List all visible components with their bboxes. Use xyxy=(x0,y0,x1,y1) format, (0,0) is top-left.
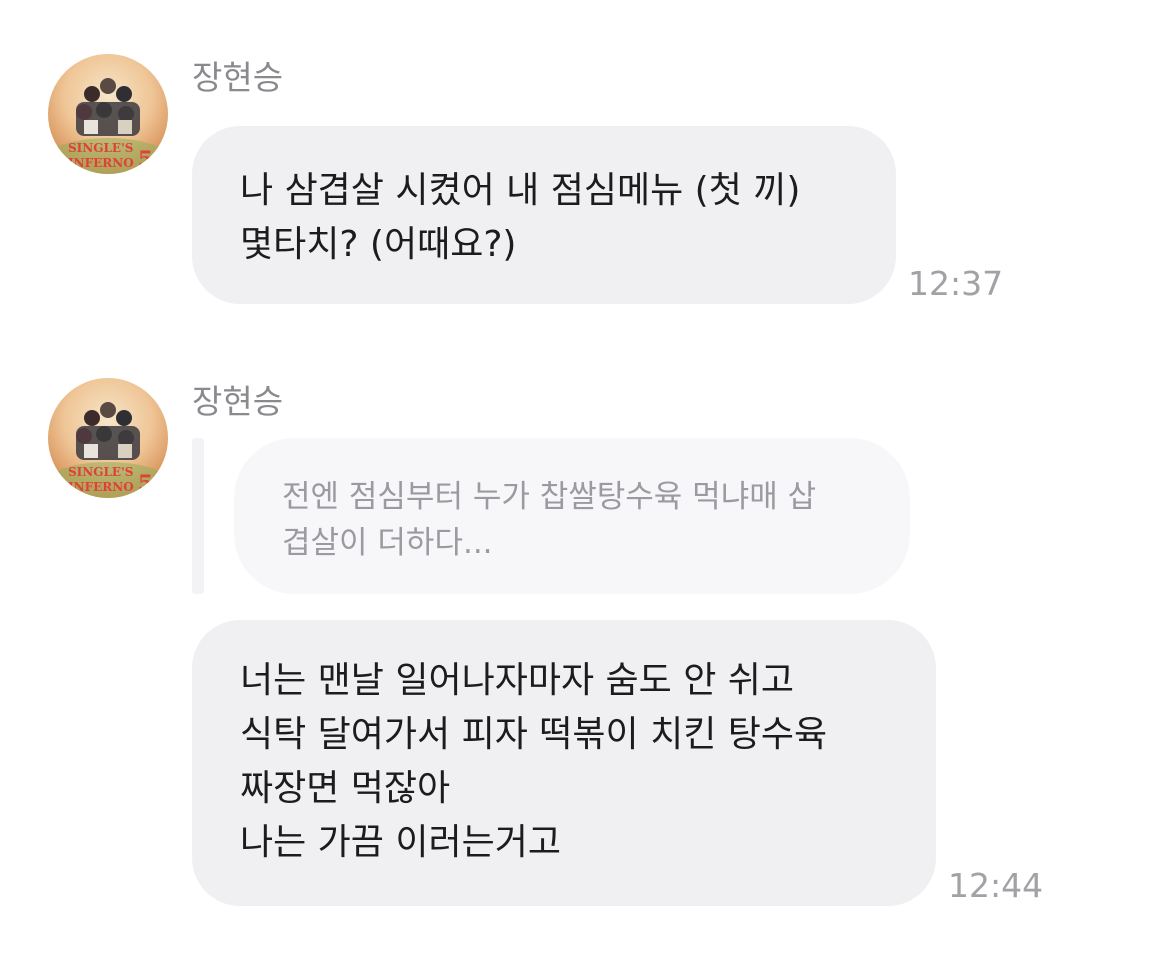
message-text: 나는 가끔 이러는거고 xyxy=(240,822,561,863)
avatar[interactable]: SINGLE'S INFERNO 5 xyxy=(48,54,168,174)
reply-indicator-bar xyxy=(192,438,204,594)
message-text: 몇타치? (어때요?) xyxy=(240,224,517,265)
message-text: 너는 맨날 일어나자마자 숨도 안 쉬고 xyxy=(240,660,795,701)
reply-preview-text: 겹살이 더하다... xyxy=(282,525,493,561)
avatar-logo-text: SINGLE'S INFERNO 5 xyxy=(68,465,154,497)
reply-preview[interactable]: 전엔 점심부터 누가 찹쌀탕수육 먹냐매 삽 겹살이 더하다... xyxy=(234,438,910,594)
message-text: 짜장면 먹잖아 xyxy=(240,768,451,809)
message-timestamp: 12:44 xyxy=(948,866,1044,905)
message-text: 나 삼겹살 시켰어 내 점심메뉴 (첫 끼) xyxy=(240,170,801,211)
sender-name: 장현승 xyxy=(192,382,284,421)
message-timestamp: 12:37 xyxy=(908,264,1004,303)
message-text: 식탁 달여가서 피자 떡볶이 치킨 탕수육 xyxy=(240,714,828,755)
avatar-logo-text: SINGLE'S INFERNO 5 xyxy=(68,141,154,173)
message-bubble[interactable]: 나 삼겹살 시켰어 내 점심메뉴 (첫 끼) 몇타치? (어때요?) xyxy=(192,126,896,304)
message-bubble[interactable]: 너는 맨날 일어나자마자 숨도 안 쉬고 식탁 달여가서 피자 떡볶이 치킨 탕… xyxy=(192,620,936,906)
sender-name: 장현승 xyxy=(192,58,284,97)
avatar[interactable]: SINGLE'S INFERNO 5 xyxy=(48,378,168,498)
reply-preview-text: 전엔 점심부터 누가 찹쌀탕수육 먹냐매 삽 xyxy=(282,479,817,515)
